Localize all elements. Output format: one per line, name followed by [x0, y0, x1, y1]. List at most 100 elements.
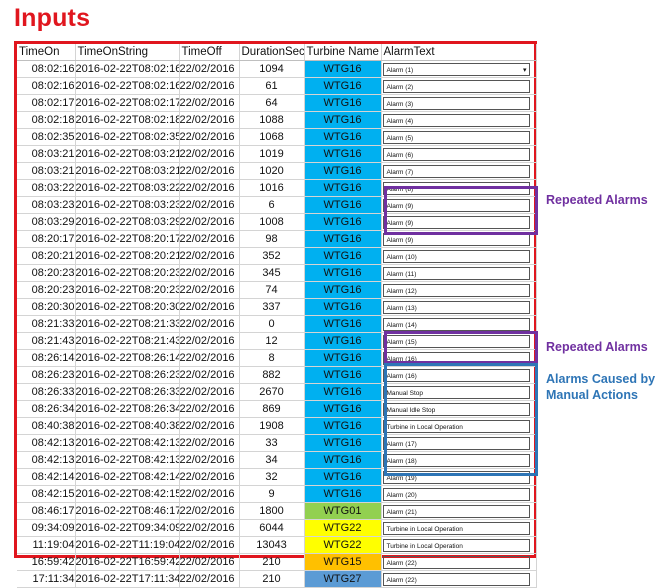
cell-timeonstring[interactable]: 2016-02-22T08:20:30	[75, 298, 180, 316]
col-header-durationsec[interactable]: DurationSec	[239, 44, 305, 61]
cell-turbine-name[interactable]: WTG16	[304, 417, 382, 435]
cell-timeoff[interactable]: 22/02/2016	[179, 502, 240, 520]
cell-durationsec[interactable]: 1020	[239, 162, 305, 180]
cell-timeonstring[interactable]: 2016-02-22T08:03:21	[75, 145, 180, 163]
cell-turbine-name[interactable]: WTG16	[304, 111, 382, 129]
cell-turbine-name[interactable]: WTG16	[304, 383, 382, 401]
cell-timeon[interactable]: 08:26:23	[17, 366, 76, 384]
cell-timeoff[interactable]: 22/02/2016	[179, 77, 240, 95]
cell-timeon[interactable]: 08:03:23	[17, 196, 76, 214]
cell-timeonstring[interactable]: 2016-02-22T08:42:13	[75, 434, 180, 452]
cell-timeoff[interactable]: 22/02/2016	[179, 315, 240, 333]
cell-timeoff[interactable]: 22/02/2016	[179, 230, 240, 248]
cell-turbine-name[interactable]: WTG16	[304, 332, 382, 350]
cell-timeonstring[interactable]: 2016-02-22T08:02:18	[75, 111, 180, 129]
cell-timeonstring[interactable]: 2016-02-22T08:03:21	[75, 162, 180, 180]
cell-durationsec[interactable]: 74	[239, 281, 305, 299]
cell-alarmtext[interactable]: Alarm (2)	[381, 77, 537, 95]
cell-timeoff[interactable]: 22/02/2016	[179, 264, 240, 282]
cell-timeonstring[interactable]: 2016-02-22T08:03:29	[75, 213, 180, 231]
cell-turbine-name[interactable]: WTG16	[304, 281, 382, 299]
cell-timeon[interactable]: 08:46:17	[17, 502, 76, 520]
cell-alarmtext[interactable]: Turbine in Local Operation	[381, 519, 537, 537]
cell-turbine-name[interactable]: WTG16	[304, 196, 382, 214]
cell-timeon[interactable]: 08:42:14	[17, 468, 76, 486]
cell-durationsec[interactable]: 13043	[239, 536, 305, 554]
col-header-timeonstring[interactable]: TimeOnString	[75, 44, 180, 61]
cell-timeon[interactable]: 08:20:23	[17, 264, 76, 282]
cell-timeonstring[interactable]: 2016-02-22T08:02:16	[75, 60, 180, 78]
cell-alarmtext[interactable]: Alarm (11)	[381, 264, 537, 282]
cell-turbine-name[interactable]: WTG16	[304, 468, 382, 486]
cell-alarmtext[interactable]: Alarm (20)	[381, 485, 537, 503]
cell-turbine-name[interactable]: WTG16	[304, 264, 382, 282]
cell-timeon[interactable]: 08:03:21	[17, 145, 76, 163]
cell-durationsec[interactable]: 0	[239, 315, 305, 333]
col-header-alarmtext[interactable]: AlarmText	[381, 44, 537, 61]
cell-timeonstring[interactable]: 2016-02-22T08:21:43	[75, 332, 180, 350]
cell-timeoff[interactable]: 22/02/2016	[179, 196, 240, 214]
cell-durationsec[interactable]: 6	[239, 196, 305, 214]
cell-turbine-name[interactable]: WTG16	[304, 298, 382, 316]
cell-timeon[interactable]: 08:26:14	[17, 349, 76, 367]
cell-timeoff[interactable]: 22/02/2016	[179, 485, 240, 503]
cell-durationsec[interactable]: 32	[239, 468, 305, 486]
cell-turbine-name[interactable]: WTG16	[304, 400, 382, 418]
cell-timeonstring[interactable]: 2016-02-22T08:26:33	[75, 383, 180, 401]
cell-alarmtext[interactable]: Alarm (22)	[381, 553, 537, 571]
cell-timeoff[interactable]: 22/02/2016	[179, 213, 240, 231]
cell-timeoff[interactable]: 22/02/2016	[179, 400, 240, 418]
cell-turbine-name[interactable]: WTG16	[304, 213, 382, 231]
cell-timeonstring[interactable]: 2016-02-22T08:20:17	[75, 230, 180, 248]
cell-alarmtext[interactable]: Turbine in Local Operation	[381, 536, 537, 554]
cell-turbine-name[interactable]: WTG16	[304, 128, 382, 146]
cell-timeoff[interactable]: 22/02/2016	[179, 468, 240, 486]
cell-turbine-name[interactable]: WTG16	[304, 230, 382, 248]
cell-timeon[interactable]: 08:02:16	[17, 77, 76, 95]
cell-timeoff[interactable]: 22/02/2016	[179, 417, 240, 435]
cell-timeon[interactable]: 08:26:34	[17, 400, 76, 418]
cell-timeoff[interactable]: 22/02/2016	[179, 281, 240, 299]
cell-timeon[interactable]: 16:59:42	[17, 553, 76, 571]
cell-durationsec[interactable]: 1908	[239, 417, 305, 435]
col-header-turbine-name[interactable]: Turbine Name	[304, 44, 382, 61]
cell-timeoff[interactable]: 22/02/2016	[179, 451, 240, 469]
cell-timeon[interactable]: 08:03:22	[17, 179, 76, 197]
cell-turbine-name[interactable]: WTG16	[304, 77, 382, 95]
cell-timeon[interactable]: 08:42:13	[17, 451, 76, 469]
cell-alarmtext[interactable]: Alarm (4)	[381, 111, 537, 129]
cell-timeon[interactable]: 08:20:23	[17, 281, 76, 299]
cell-timeoff[interactable]: 22/02/2016	[179, 553, 240, 571]
cell-timeon[interactable]: 08:02:16	[17, 60, 76, 78]
cell-timeoff[interactable]: 22/02/2016	[179, 366, 240, 384]
cell-turbine-name[interactable]: WTG15	[304, 553, 382, 571]
cell-timeonstring[interactable]: 2016-02-22T11:19:04	[75, 536, 180, 554]
cell-turbine-name[interactable]: WTG16	[304, 434, 382, 452]
cell-timeoff[interactable]: 22/02/2016	[179, 570, 240, 588]
cell-durationsec[interactable]: 1088	[239, 111, 305, 129]
cell-durationsec[interactable]: 1800	[239, 502, 305, 520]
cell-durationsec[interactable]: 8	[239, 349, 305, 367]
cell-alarmtext[interactable]: Alarm (22)	[381, 570, 537, 588]
cell-timeonstring[interactable]: 2016-02-22T08:03:23	[75, 196, 180, 214]
cell-durationsec[interactable]: 61	[239, 77, 305, 95]
col-header-timeoff[interactable]: TimeOff	[179, 44, 240, 61]
cell-timeon[interactable]: 08:02:17	[17, 94, 76, 112]
cell-durationsec[interactable]: 1094	[239, 60, 305, 78]
cell-alarmtext[interactable]: Alarm (10)	[381, 247, 537, 265]
cell-timeoff[interactable]: 22/02/2016	[179, 94, 240, 112]
cell-timeon[interactable]: 08:42:13	[17, 434, 76, 452]
cell-turbine-name[interactable]: WTG16	[304, 145, 382, 163]
cell-timeon[interactable]: 11:19:04	[17, 536, 76, 554]
cell-timeoff[interactable]: 22/02/2016	[179, 434, 240, 452]
cell-alarmtext[interactable]: Alarm (5)	[381, 128, 537, 146]
cell-alarmtext[interactable]: Alarm (3)	[381, 94, 537, 112]
cell-turbine-name[interactable]: WTG16	[304, 179, 382, 197]
cell-turbine-name[interactable]: WTG16	[304, 247, 382, 265]
cell-timeonstring[interactable]: 2016-02-22T08:26:34	[75, 400, 180, 418]
cell-timeoff[interactable]: 22/02/2016	[179, 247, 240, 265]
cell-durationsec[interactable]: 9	[239, 485, 305, 503]
cell-timeoff[interactable]: 22/02/2016	[179, 162, 240, 180]
cell-timeonstring[interactable]: 2016-02-22T08:26:23	[75, 366, 180, 384]
cell-timeonstring[interactable]: 2016-02-22T08:02:16	[75, 77, 180, 95]
